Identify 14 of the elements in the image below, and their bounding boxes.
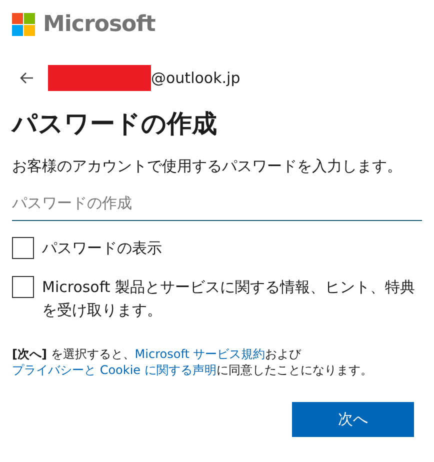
- checkbox-label[interactable]: Microsoft 製品とサービスに関する情報、ヒント、特典を受け取ります。: [42, 276, 422, 322]
- legal-link[interactable]: Microsoft サービス規約: [134, 347, 266, 361]
- legal-link[interactable]: プライバシーと Cookie に関する声明: [12, 363, 216, 377]
- logo-text: Microsoft: [43, 11, 156, 39]
- logo-icon: [12, 13, 35, 36]
- page-title: パスワードの作成: [12, 109, 218, 139]
- checkbox[interactable]: [12, 276, 34, 298]
- legal-text: [次へ] を選択すると、Microsoft サービス規約および プライバシーと Cookie に関する声明に同意したことになります。: [12, 346, 374, 378]
- checkbox[interactable]: [12, 237, 34, 259]
- checkbox-label[interactable]: パスワードの表示: [42, 237, 162, 260]
- back-arrow-icon[interactable]: [20, 72, 34, 84]
- description-text: お客様のアカウントで使用するパスワードを入力します。: [12, 156, 403, 177]
- email-address: @outlook.jp: [151, 68, 240, 89]
- next-button[interactable]: 次へ: [292, 402, 414, 437]
